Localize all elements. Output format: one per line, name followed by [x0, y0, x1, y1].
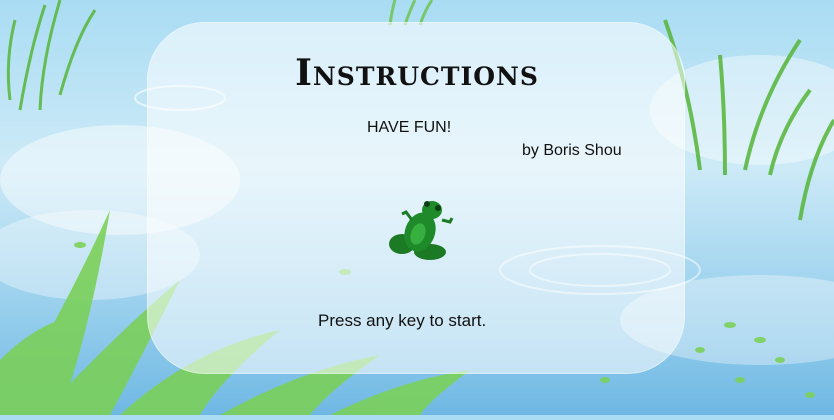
author-credit: by Boris Shou — [522, 142, 622, 159]
page-title: Instructions — [295, 52, 539, 94]
start-prompt[interactable]: Press any key to start. — [318, 311, 486, 331]
frog-icon — [382, 192, 458, 273]
subtitle-text: HAVE FUN! — [367, 119, 452, 136]
